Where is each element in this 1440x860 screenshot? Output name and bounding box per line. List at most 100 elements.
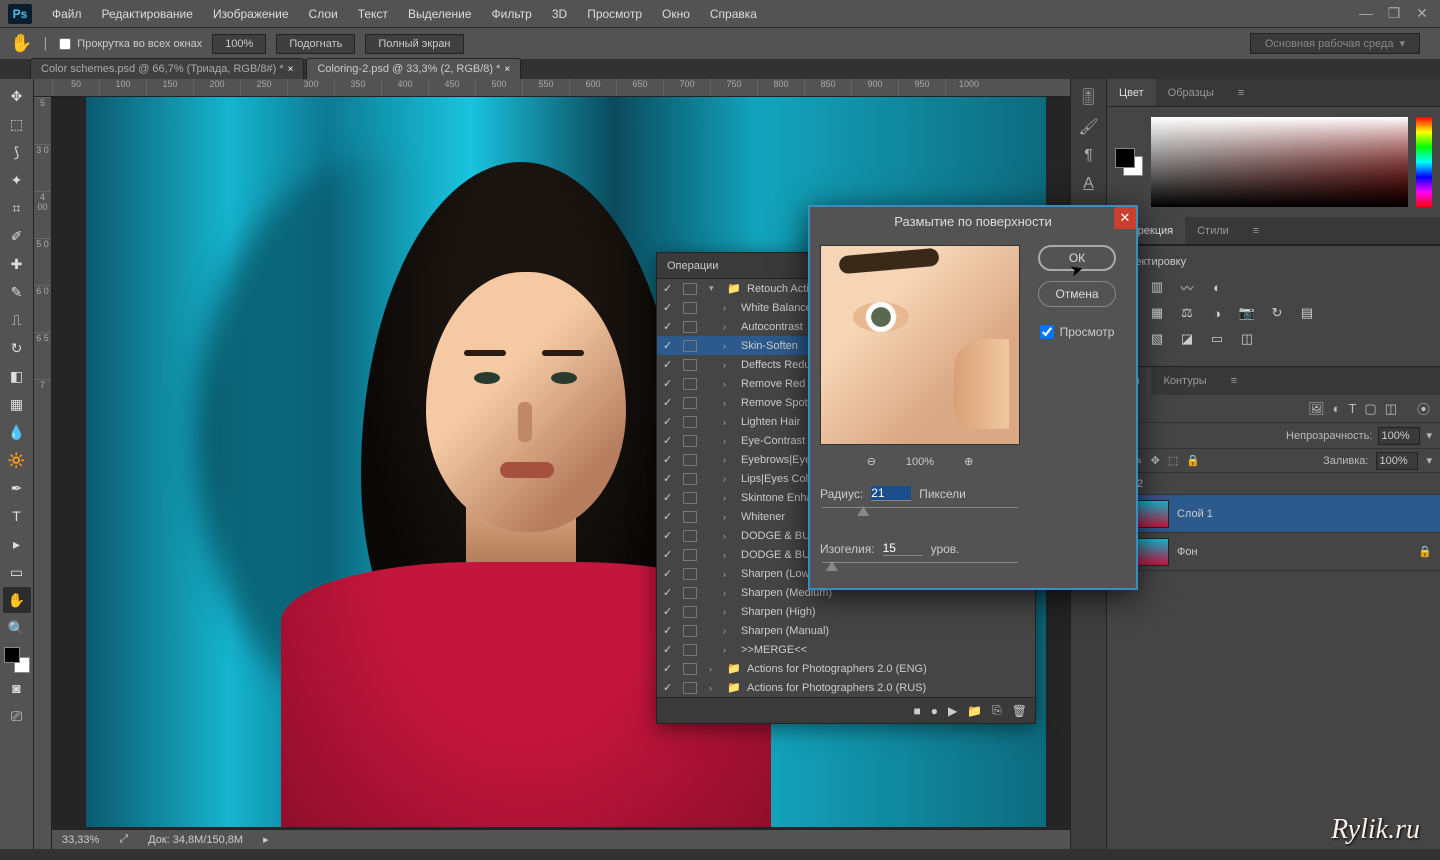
check-icon[interactable]: ✓ — [663, 567, 677, 580]
dialog-toggle-icon[interactable] — [683, 663, 697, 675]
dialog-toggle-icon[interactable] — [683, 416, 697, 428]
dialog-toggle-icon[interactable] — [683, 625, 697, 637]
chevron-icon[interactable]: › — [723, 474, 735, 484]
filter-adjust-icon[interactable]: ◐ — [1333, 401, 1341, 416]
dialog-toggle-icon[interactable] — [683, 682, 697, 694]
action-row[interactable]: ✓›>>MERGE<< — [657, 640, 1035, 659]
check-icon[interactable]: ✓ — [663, 472, 677, 485]
brush-tool[interactable]: ✎ — [3, 279, 31, 305]
filter-shape-icon[interactable]: ▢ — [1364, 401, 1376, 417]
panel-menu-icon[interactable]: ≡ — [1226, 79, 1256, 106]
panel-icon[interactable]: 🎚 — [1078, 87, 1098, 107]
lock-all-icon[interactable]: 🔒 — [1186, 454, 1200, 467]
check-icon[interactable]: ✓ — [663, 605, 677, 618]
move-tool[interactable]: ✥ — [3, 83, 31, 109]
menu-file[interactable]: Файл — [42, 7, 92, 21]
dialog-close-button[interactable]: ✕ — [1114, 207, 1136, 229]
expand-icon[interactable]: ⤢ — [119, 833, 128, 846]
check-icon[interactable]: ✓ — [663, 339, 677, 352]
close-icon[interactable]: ✕ — [1412, 5, 1432, 22]
filter-toggle-icon[interactable]: ⦿ — [1417, 399, 1430, 418]
cancel-button[interactable]: Отмена — [1038, 281, 1116, 307]
blur-tool[interactable]: 💧 — [3, 419, 31, 445]
type-tool[interactable]: T — [3, 503, 31, 529]
zoom-tool[interactable]: 🔍 — [3, 615, 31, 641]
dialog-toggle-icon[interactable] — [683, 568, 697, 580]
lock-artboard-icon[interactable]: ⬚ — [1168, 454, 1178, 467]
opacity-input[interactable] — [1378, 427, 1420, 445]
check-icon[interactable]: ✓ — [663, 586, 677, 599]
tab-color[interactable]: Цвет — [1107, 79, 1156, 106]
action-row[interactable]: ✓›📁Actions for Photographers 2.0 (RUS) — [657, 678, 1035, 697]
gradient-tool[interactable]: ▦ — [3, 391, 31, 417]
tab-styles[interactable]: Стили — [1185, 217, 1241, 244]
play-icon[interactable]: ▶ — [948, 704, 957, 718]
chevron-icon[interactable]: › — [723, 626, 735, 636]
preview-checkbox[interactable]: Просмотр — [1040, 325, 1115, 339]
workspace-selector[interactable]: Основная рабочая среда▾ — [1250, 33, 1420, 54]
chevron-icon[interactable]: › — [709, 683, 721, 693]
paragraph-panel-icon[interactable]: ¶ — [1084, 147, 1093, 165]
color-picker[interactable] — [1151, 117, 1408, 207]
check-icon[interactable]: ✓ — [663, 453, 677, 466]
gradientmap-icon[interactable]: ▭ — [1207, 330, 1227, 348]
zoom-in-icon[interactable]: ⊕ — [964, 455, 973, 468]
dialog-title[interactable]: Размытие по поверхности ✕ — [810, 207, 1136, 235]
character-panel-icon[interactable]: A — [1083, 175, 1094, 193]
chevron-icon[interactable]: › — [723, 550, 735, 560]
dialog-toggle-icon[interactable] — [683, 283, 697, 295]
curves-icon[interactable]: 〰 — [1177, 278, 1197, 296]
check-icon[interactable]: ✓ — [663, 643, 677, 656]
check-icon[interactable]: ✓ — [663, 301, 677, 314]
colorbalance-icon[interactable]: ⚖ — [1177, 304, 1197, 322]
panel-menu-icon[interactable]: ≡ — [1219, 367, 1249, 395]
threshold-slider[interactable] — [822, 562, 1018, 578]
zoom-out-icon[interactable]: ⊖ — [867, 455, 876, 468]
lookup-icon[interactable]: ▤ — [1297, 304, 1317, 322]
menu-image[interactable]: Изображение — [203, 7, 299, 21]
menu-window[interactable]: Окно — [652, 7, 700, 21]
check-icon[interactable]: ✓ — [663, 320, 677, 333]
levels-icon[interactable]: ▥ — [1147, 278, 1167, 296]
fullscreen-button[interactable]: Полный экран — [365, 34, 463, 54]
dialog-toggle-icon[interactable] — [683, 587, 697, 599]
menu-edit[interactable]: Редактирование — [92, 7, 203, 21]
tab-close-icon[interactable]: × — [504, 64, 510, 75]
action-row[interactable]: ✓›Sharpen (Manual) — [657, 621, 1035, 640]
dialog-toggle-icon[interactable] — [683, 511, 697, 523]
threshold-icon[interactable]: ◪ — [1177, 330, 1197, 348]
check-icon[interactable]: ✓ — [663, 510, 677, 523]
chevron-right-icon[interactable]: ▸ — [263, 833, 269, 846]
hand-tool-icon[interactable]: ✋ — [10, 33, 32, 54]
brush-panel-icon[interactable]: 🖌 — [1078, 117, 1098, 137]
check-icon[interactable]: ✓ — [663, 681, 677, 694]
dialog-toggle-icon[interactable] — [683, 397, 697, 409]
chevron-icon[interactable]: › — [723, 322, 735, 332]
dialog-toggle-icon[interactable] — [683, 359, 697, 371]
fill-input[interactable] — [1376, 452, 1418, 470]
record-icon[interactable]: ● — [931, 704, 938, 718]
chevron-down-icon[interactable]: ▾ — [1426, 454, 1432, 467]
eyedropper-tool[interactable]: ✐ — [3, 223, 31, 249]
quickmask-tool[interactable]: ◙ — [3, 675, 31, 701]
new-set-icon[interactable]: 📁 — [967, 704, 982, 718]
tab-paths[interactable]: Контуры — [1151, 367, 1218, 395]
tab-close-icon[interactable]: × — [288, 64, 294, 75]
chevron-icon[interactable]: › — [723, 398, 735, 408]
radius-input[interactable] — [871, 486, 911, 501]
chevron-icon[interactable]: › — [723, 360, 735, 370]
threshold-input[interactable] — [883, 541, 923, 556]
chevron-icon[interactable]: › — [723, 303, 735, 313]
check-icon[interactable]: ✓ — [663, 282, 677, 295]
dialog-toggle-icon[interactable] — [683, 321, 697, 333]
menu-help[interactable]: Справка — [700, 7, 767, 21]
action-row[interactable]: ✓›📁Actions for Photographers 2.0 (ENG) — [657, 659, 1035, 678]
filter-smart-icon[interactable]: ◫ — [1385, 401, 1397, 417]
path-select-tool[interactable]: ▸ — [3, 531, 31, 557]
minimize-icon[interactable]: — — [1356, 5, 1376, 22]
pen-tool[interactable]: ✒ — [3, 475, 31, 501]
check-icon[interactable]: ✓ — [663, 548, 677, 561]
layer-item[interactable]: 👁 Фон 🔒 — [1107, 533, 1440, 571]
chevron-icon[interactable]: › — [723, 417, 735, 427]
filter-image-icon[interactable]: 🖼 — [1308, 401, 1325, 417]
